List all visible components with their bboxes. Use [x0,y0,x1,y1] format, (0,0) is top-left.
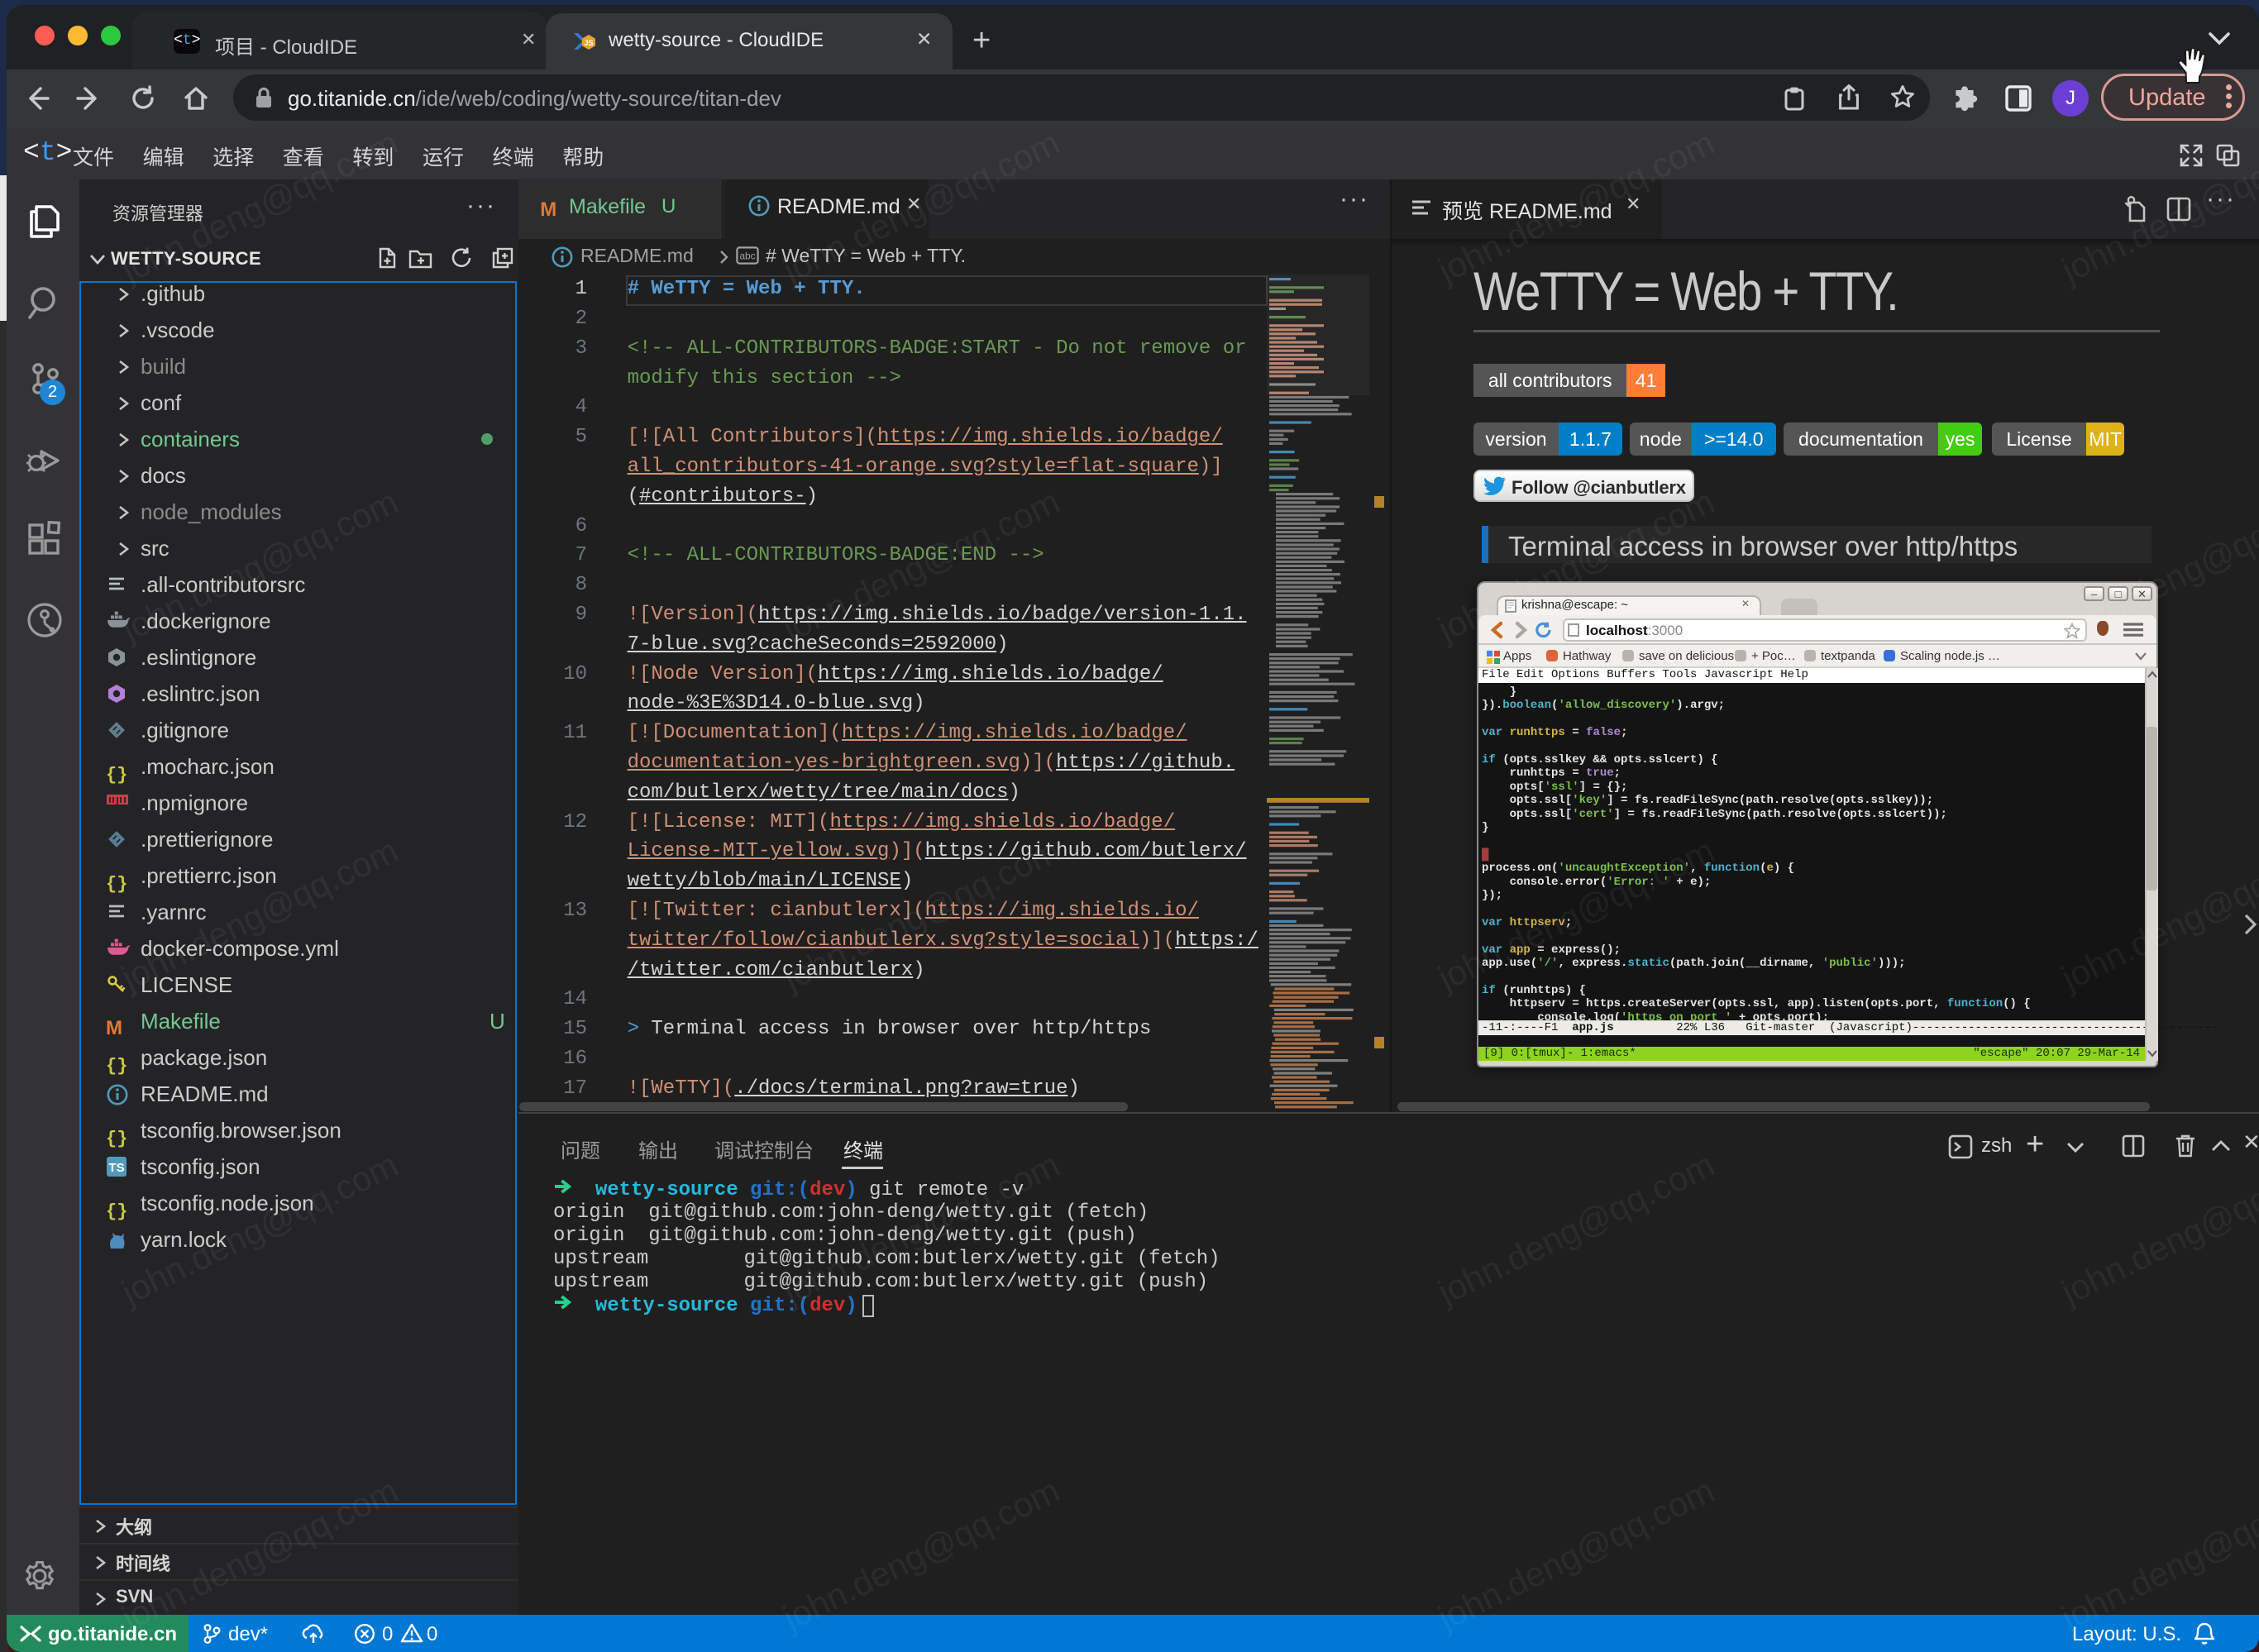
svg-text:abc: abc [739,251,755,262]
svg-text:JS: JS [584,39,593,47]
